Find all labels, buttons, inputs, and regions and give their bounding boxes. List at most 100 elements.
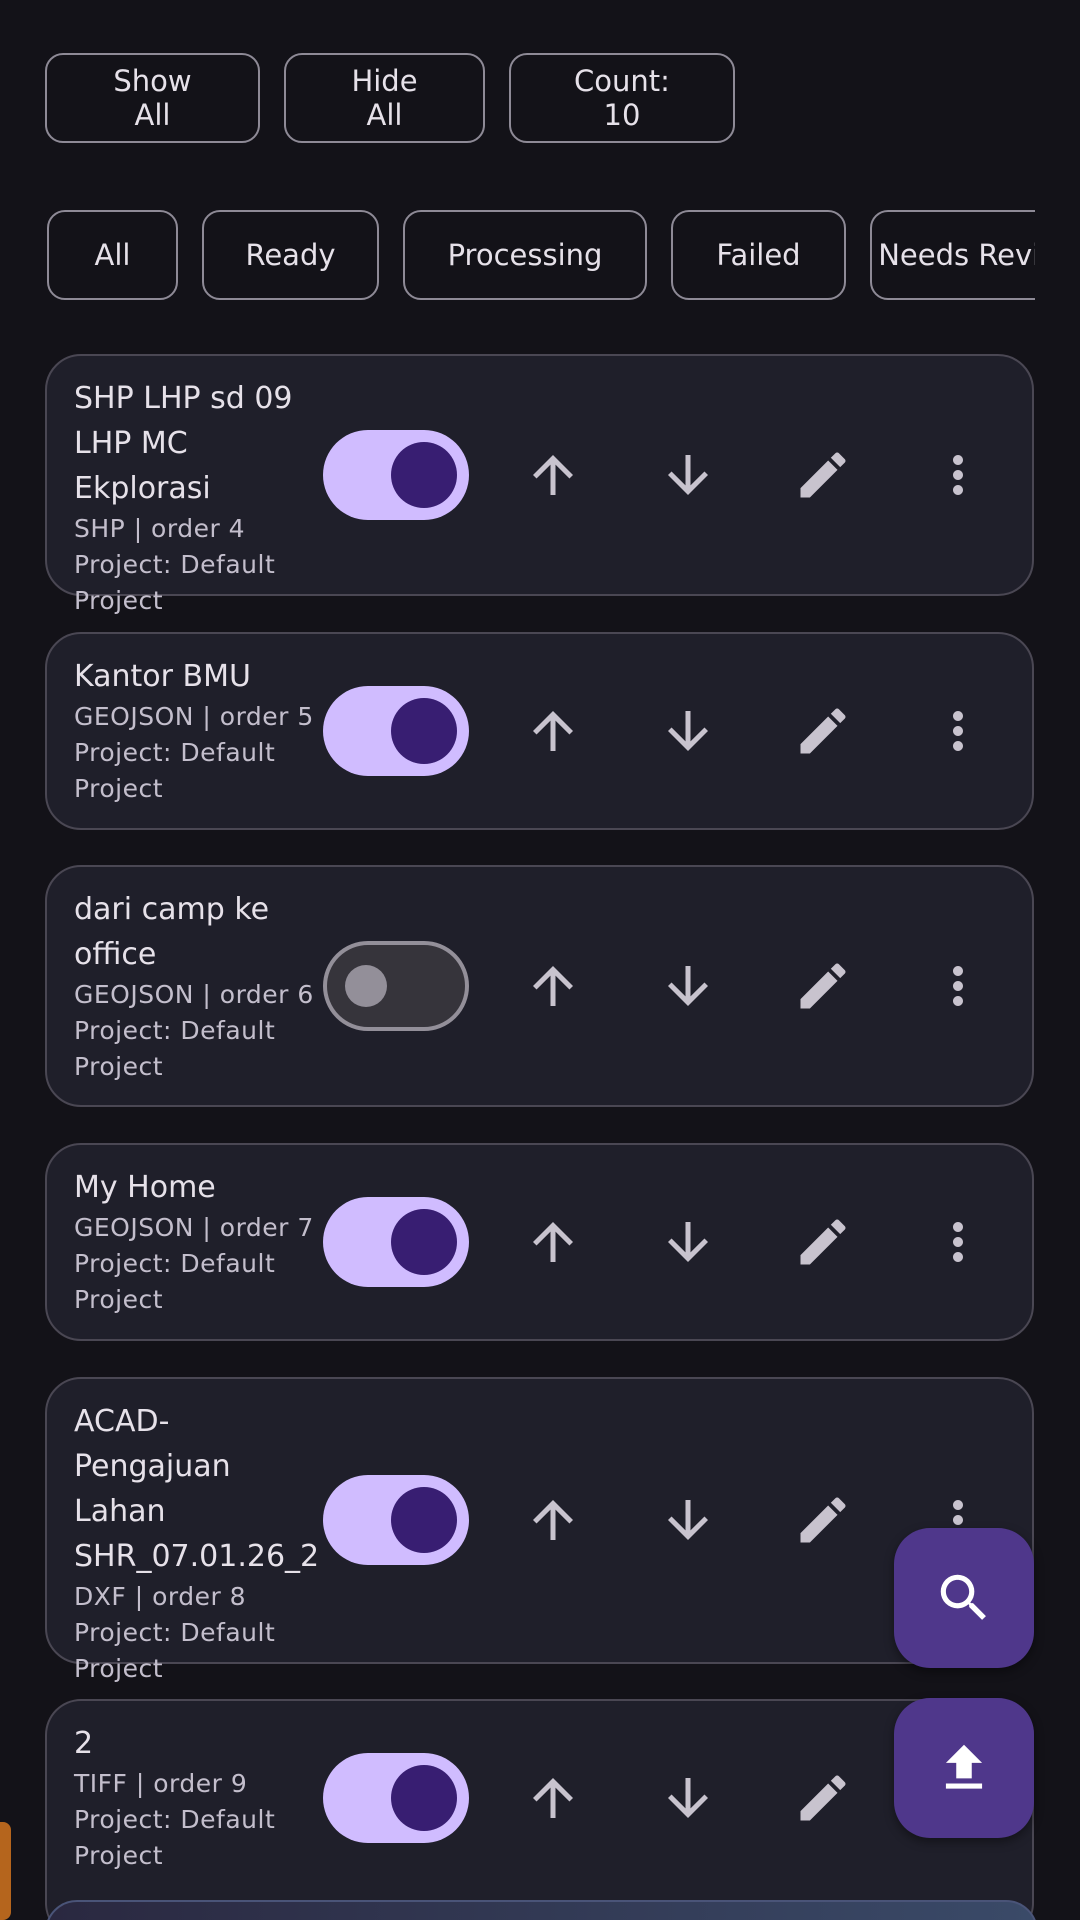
layer-type-order: TIFF | order 9 xyxy=(74,1769,248,1798)
layer-project: Project: Default xyxy=(74,1618,276,1647)
layer-card[interactable]: Kantor BMU GEOJSON | order 5 Project: Defa… xyxy=(45,632,1034,830)
visibility-switch[interactable] xyxy=(323,1197,469,1287)
layer-title: office xyxy=(74,937,157,972)
arrow-upward-icon xyxy=(533,1778,573,1818)
count-button[interactable]: Count: 10 xyxy=(509,53,735,143)
edit-button[interactable] xyxy=(778,941,868,1031)
move-down-button[interactable] xyxy=(643,1475,733,1565)
layer-info: Kantor BMU GEOJSON | order 5 Project: Defa… xyxy=(74,654,324,807)
more-options-button[interactable] xyxy=(913,1197,1003,1287)
move-up-button[interactable] xyxy=(508,430,598,520)
arrow-downward-icon xyxy=(668,1778,708,1818)
layer-card[interactable]: 2 TIFF | order 9 Project: Default Project xyxy=(45,1699,1034,1920)
switch-thumb xyxy=(391,1765,457,1831)
layer-project: Project xyxy=(74,1052,164,1081)
layer-project: Project: Default xyxy=(74,738,276,767)
action-row: Show All Hide All Count: 10 xyxy=(45,53,735,143)
upload-fab[interactable] xyxy=(894,1698,1034,1838)
filter-chip-all[interactable]: All xyxy=(47,210,178,300)
pencil-icon xyxy=(800,452,846,498)
layer-card[interactable]: dari camp ke office GEOJSON | order 6 Proje… xyxy=(45,865,1034,1107)
search-fab[interactable] xyxy=(894,1528,1034,1668)
layer-title: Lahan xyxy=(74,1494,166,1529)
layer-info: dari camp ke office GEOJSON | order 6 Proje… xyxy=(74,887,324,1085)
move-down-button[interactable] xyxy=(643,1753,733,1843)
more-options-button[interactable] xyxy=(913,686,1003,776)
visibility-switch[interactable] xyxy=(323,1475,469,1565)
layer-type-order: GEOJSON | order 5 xyxy=(74,702,314,731)
layer-card[interactable]: My Home GEOJSON | order 7 Project: Default… xyxy=(45,1143,1034,1341)
edit-button[interactable] xyxy=(778,1197,868,1287)
arrow-upward-icon xyxy=(533,1500,573,1540)
more-vert-icon xyxy=(953,1222,963,1262)
layer-title: 2 xyxy=(74,1726,94,1761)
switch-thumb xyxy=(345,965,387,1007)
edit-button[interactable] xyxy=(778,1475,868,1565)
layer-manager-screen: Show All Hide All Count: 10 All Ready Proc… xyxy=(0,0,1080,1920)
pencil-icon xyxy=(800,1497,846,1543)
filter-chip-failed[interactable]: Failed xyxy=(671,210,846,300)
arrow-downward-icon xyxy=(668,1222,708,1262)
layer-type-order: SHP | order 4 xyxy=(74,514,246,543)
edit-button[interactable] xyxy=(778,1753,868,1843)
layer-type-order: GEOJSON | order 6 xyxy=(74,980,314,1009)
arrow-upward-icon xyxy=(533,711,573,751)
layer-title: Kantor BMU xyxy=(74,659,251,694)
move-up-button[interactable] xyxy=(508,1753,598,1843)
more-vert-icon xyxy=(953,711,963,751)
layer-card[interactable]: ACAD-Pengajuan Lahan SHR_07.01.26_2 DXF | o… xyxy=(45,1377,1034,1683)
arrow-downward-icon xyxy=(668,711,708,751)
layer-title: dari camp ke xyxy=(74,892,270,927)
edit-button[interactable] xyxy=(778,686,868,776)
more-options-button[interactable] xyxy=(913,430,1003,520)
layer-info: ACAD-Pengajuan Lahan SHR_07.01.26_2 DXF | o… xyxy=(74,1399,324,1687)
show-all-button[interactable]: Show All xyxy=(45,53,260,143)
layer-info: SHP LHP sd 09 LHP MC Ekplorasi SHP | order… xyxy=(74,376,324,619)
pencil-icon xyxy=(800,1219,846,1265)
move-down-button[interactable] xyxy=(643,430,733,520)
edit-button[interactable] xyxy=(778,430,868,520)
pencil-icon xyxy=(800,708,846,754)
layer-project: Project xyxy=(74,1654,164,1683)
layer-card[interactable]: SHP LHP sd 09 LHP MC Ekplorasi SHP | order… xyxy=(45,354,1034,615)
layer-project: Project xyxy=(74,774,164,803)
layer-project: Project: Default xyxy=(74,550,276,579)
layer-info: My Home GEOJSON | order 7 Project: Default… xyxy=(74,1165,324,1318)
filter-chip-ready[interactable]: Ready xyxy=(202,210,379,300)
visibility-switch[interactable] xyxy=(323,430,469,520)
visibility-switch[interactable] xyxy=(323,686,469,776)
layer-project: Project xyxy=(74,1841,164,1870)
layer-project: Project xyxy=(74,586,164,615)
arrow-upward-icon xyxy=(533,1222,573,1262)
search-icon xyxy=(940,1574,986,1620)
more-vert-icon xyxy=(953,455,963,495)
filter-chip-row[interactable]: All Ready Processing Failed Needs Review xyxy=(47,210,1035,300)
bottom-panel[interactable] xyxy=(45,1900,1038,1920)
visibility-switch[interactable] xyxy=(323,1753,469,1843)
arrow-upward-icon xyxy=(533,455,573,495)
move-up-button[interactable] xyxy=(508,1197,598,1287)
hide-all-button[interactable]: Hide All xyxy=(284,53,485,143)
move-up-button[interactable] xyxy=(508,941,598,1031)
layer-title: SHR_07.01.26_2 xyxy=(74,1539,320,1574)
move-down-button[interactable] xyxy=(643,941,733,1031)
more-options-button[interactable] xyxy=(913,941,1003,1031)
layer-title: LHP MC Ekplorasi xyxy=(74,426,211,506)
filter-chip-needs-review[interactable]: Needs Review xyxy=(870,210,1035,300)
move-up-button[interactable] xyxy=(508,686,598,776)
pencil-icon xyxy=(800,963,846,1009)
arrow-downward-icon xyxy=(668,455,708,495)
layer-info: 2 TIFF | order 9 Project: Default Project xyxy=(74,1721,324,1874)
switch-thumb xyxy=(391,698,457,764)
layer-project: Project: Default xyxy=(74,1805,276,1834)
arrow-upward-icon xyxy=(533,966,573,1006)
move-down-button[interactable] xyxy=(643,1197,733,1287)
layer-title: My Home xyxy=(74,1170,216,1205)
upload-icon xyxy=(945,1744,983,1789)
side-edge-tab[interactable] xyxy=(0,1822,11,1920)
visibility-switch[interactable] xyxy=(323,941,469,1031)
filter-chip-processing[interactable]: Processing xyxy=(403,210,647,300)
move-up-button[interactable] xyxy=(508,1475,598,1565)
layer-project: Project xyxy=(74,1285,164,1314)
move-down-button[interactable] xyxy=(643,686,733,776)
